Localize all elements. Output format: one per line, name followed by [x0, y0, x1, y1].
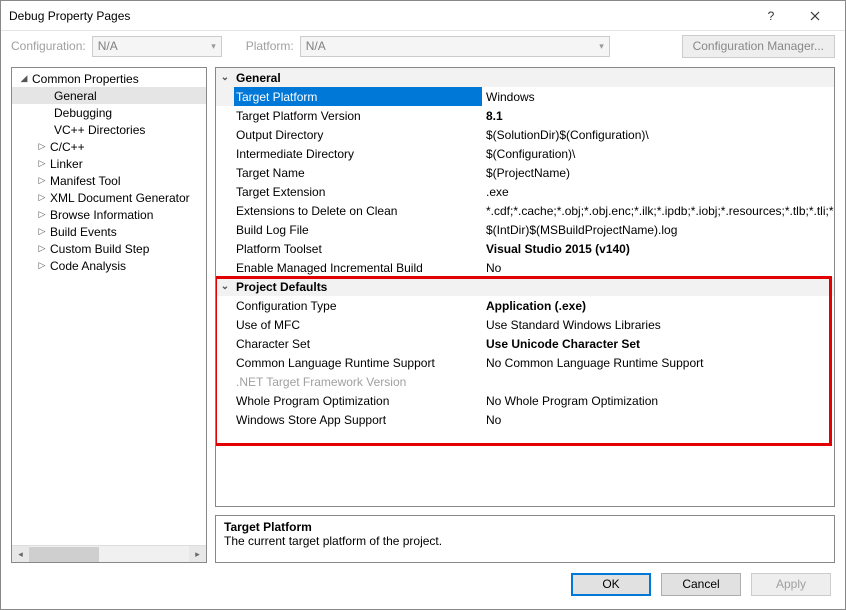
tree-item-build-events[interactable]: ▷Build Events: [12, 223, 206, 240]
tree-item-manifest-tool[interactable]: ▷Manifest Tool: [12, 172, 206, 189]
tree-item-browse-information[interactable]: ▷Browse Information: [12, 206, 206, 223]
expand-icon: ▷: [36, 260, 48, 271]
platform-label: Platform:: [246, 39, 294, 53]
prop-use-of-mfc[interactable]: Use of MFCUse Standard Windows Libraries: [216, 315, 834, 334]
prop-target-platform-version[interactable]: Target Platform Version8.1: [216, 106, 834, 125]
property-grid: ⌄ General Target Platform Windows Target…: [215, 67, 835, 507]
prop-target-platform[interactable]: Target Platform Windows: [216, 87, 834, 106]
footer: OK Cancel Apply: [1, 565, 845, 609]
expand-icon: ▷: [36, 158, 48, 169]
property-pages-dialog: Debug Property Pages ? Configuration: N/…: [0, 0, 846, 610]
chevron-down-icon: ▾: [599, 41, 604, 52]
ok-button[interactable]: OK: [571, 573, 651, 596]
prop-output-directory[interactable]: Output Directory$(SolutionDir)$(Configur…: [216, 125, 834, 144]
tree-item-debugging[interactable]: Debugging: [12, 104, 206, 121]
prop-build-log-file[interactable]: Build Log File$(IntDir)$(MSBuildProjectN…: [216, 220, 834, 239]
platform-select[interactable]: N/A ▾: [300, 36, 610, 57]
collapse-icon: ⌄: [216, 72, 234, 83]
category-general[interactable]: ⌄ General: [216, 68, 834, 87]
description-title: Target Platform: [224, 520, 826, 534]
chevron-down-icon: ▾: [211, 41, 216, 52]
prop-configuration-type[interactable]: Configuration TypeApplication (.exe): [216, 296, 834, 315]
close-button[interactable]: [793, 2, 837, 30]
window-title: Debug Property Pages: [9, 9, 749, 23]
config-bar: Configuration: N/A ▾ Platform: N/A ▾ Con…: [1, 31, 845, 61]
collapse-icon: ◢: [18, 73, 30, 84]
expand-icon: ▷: [36, 192, 48, 203]
prop-whole-program-optimization[interactable]: Whole Program OptimizationNo Whole Progr…: [216, 391, 834, 410]
prop-target-name[interactable]: Target Name$(ProjectName): [216, 163, 834, 182]
description-pane: Target Platform The current target platf…: [215, 515, 835, 563]
tree-item-code-analysis[interactable]: ▷Code Analysis: [12, 257, 206, 274]
tree-item-general[interactable]: General: [12, 87, 206, 104]
tree-item-custom-build-step[interactable]: ▷Custom Build Step: [12, 240, 206, 257]
expand-icon: ▷: [36, 243, 48, 254]
configuration-manager-button[interactable]: Configuration Manager...: [682, 35, 835, 58]
prop-windows-store-app-support[interactable]: Windows Store App SupportNo: [216, 410, 834, 429]
configuration-label: Configuration:: [11, 39, 86, 53]
scroll-left-icon[interactable]: ◂: [12, 546, 29, 563]
prop-platform-toolset[interactable]: Platform ToolsetVisual Studio 2015 (v140…: [216, 239, 834, 258]
prop-intermediate-directory[interactable]: Intermediate Directory$(Configuration)\: [216, 144, 834, 163]
close-icon: [810, 11, 820, 21]
prop-extensions-to-delete[interactable]: Extensions to Delete on Clean*.cdf;*.cac…: [216, 201, 834, 220]
category-project-defaults[interactable]: ⌄ Project Defaults: [216, 277, 834, 296]
right-column: ⌄ General Target Platform Windows Target…: [215, 67, 835, 563]
expand-icon: ▷: [36, 141, 48, 152]
tree-item-linker[interactable]: ▷Linker: [12, 155, 206, 172]
expand-icon: ▷: [36, 209, 48, 220]
prop-dotnet-target-framework[interactable]: .NET Target Framework Version: [216, 372, 834, 391]
expand-icon: ▷: [36, 175, 48, 186]
tree-root[interactable]: ◢ Common Properties: [12, 70, 206, 87]
tree-item-xml-doc-generator[interactable]: ▷XML Document Generator: [12, 189, 206, 206]
cancel-button[interactable]: Cancel: [661, 573, 741, 596]
scroll-right-icon[interactable]: ▸: [189, 546, 206, 563]
tree-item-vcpp-directories[interactable]: VC++ Directories: [12, 121, 206, 138]
prop-character-set[interactable]: Character SetUse Unicode Character Set: [216, 334, 834, 353]
description-text: The current target platform of the proje…: [224, 534, 826, 548]
apply-button[interactable]: Apply: [751, 573, 831, 596]
scroll-thumb[interactable]: [29, 547, 99, 562]
help-button[interactable]: ?: [749, 2, 793, 30]
prop-clr-support[interactable]: Common Language Runtime SupportNo Common…: [216, 353, 834, 372]
configuration-select[interactable]: N/A ▾: [92, 36, 222, 57]
prop-enable-managed-incremental[interactable]: Enable Managed Incremental BuildNo: [216, 258, 834, 277]
collapse-icon: ⌄: [216, 281, 234, 292]
prop-target-extension[interactable]: Target Extension.exe: [216, 182, 834, 201]
expand-icon: ▷: [36, 226, 48, 237]
titlebar: Debug Property Pages ?: [1, 1, 845, 31]
tree-pane: ◢ Common Properties General Debugging VC…: [11, 67, 207, 563]
tree-hscrollbar[interactable]: ◂ ▸: [12, 545, 206, 562]
tree[interactable]: ◢ Common Properties General Debugging VC…: [12, 68, 206, 545]
body: ◢ Common Properties General Debugging VC…: [1, 61, 845, 565]
tree-item-c-cpp[interactable]: ▷C/C++: [12, 138, 206, 155]
